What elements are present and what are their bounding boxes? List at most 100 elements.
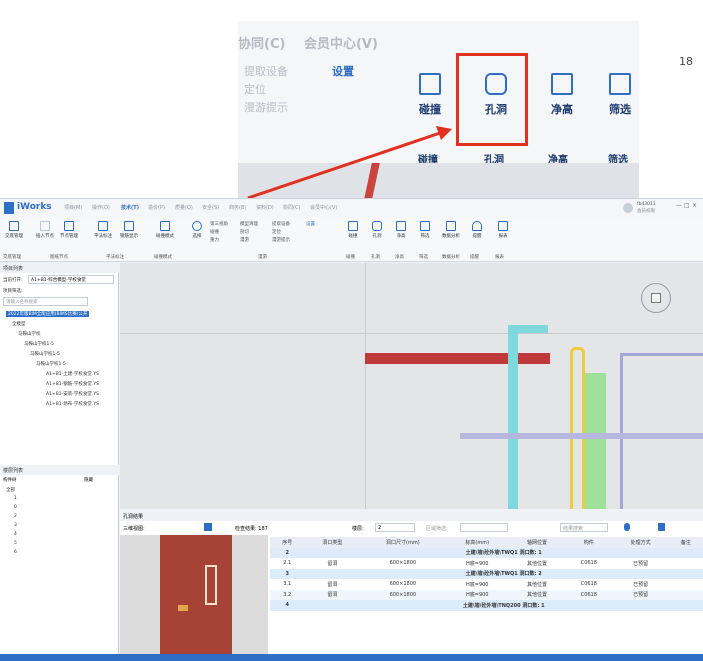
menu-business[interactable]: 商务(B) bbox=[229, 204, 246, 211]
zoom-menu-collab[interactable]: 协同(C) bbox=[238, 37, 285, 52]
col-header[interactable]: 构件 bbox=[564, 537, 613, 548]
layer-item[interactable]: 5 bbox=[14, 541, 17, 546]
layer-item[interactable]: 6 bbox=[14, 550, 17, 555]
layer-item[interactable]: 3 bbox=[14, 523, 17, 528]
zoom-menu-member[interactable]: 会员中心(V) bbox=[304, 37, 378, 52]
ribbon-insert-node-button[interactable]: 插入节点 bbox=[34, 221, 56, 239]
zoom-collision-button[interactable]: 碰撞 bbox=[408, 73, 452, 117]
menu-safety[interactable]: 安全(S) bbox=[202, 204, 219, 211]
ribbon-select-button[interactable]: 选择 bbox=[186, 221, 208, 239]
ribbon-extract-device[interactable]: 提取设备 bbox=[272, 221, 290, 227]
table-cell: 3.1 bbox=[283, 581, 292, 588]
locate-icon[interactable] bbox=[624, 523, 630, 531]
table-row[interactable]: 4 土建\墙\砼外墙\TNQ200 洞口数: 1 bbox=[270, 600, 703, 611]
maximize-button[interactable]: □ bbox=[684, 202, 690, 209]
zoom-locate[interactable]: 定位 bbox=[244, 81, 266, 97]
menu-member[interactable]: 会员中心(V) bbox=[310, 204, 337, 211]
tree-item[interactable]: 马鞍山学校 bbox=[18, 331, 41, 337]
hide-button[interactable]: 隐藏 bbox=[84, 477, 93, 483]
table-row[interactable]: 2.1 留洞 600×1800 H底=900 其他位置 C0618 已预留 bbox=[270, 558, 703, 569]
ribbon-clearance-button[interactable]: 净高 bbox=[390, 221, 412, 239]
view-mode-icon[interactable] bbox=[204, 523, 212, 531]
filter-icon[interactable] bbox=[658, 523, 665, 531]
zoom-clearance-button[interactable]: 净高 bbox=[540, 73, 584, 117]
project-search-input[interactable]: 请输入名称搜索 bbox=[3, 297, 88, 306]
hole-result-panel: 孔洞结果 三维视图: 检查结果: 187 楼层: 2 区域筛选: 结果搜索 序号… bbox=[120, 511, 703, 654]
tree-item[interactable]: A1+B1-安装-学校食堂.YS bbox=[46, 391, 99, 397]
table-cell: C0618 bbox=[580, 581, 597, 588]
ribbon-collision-mode-button[interactable]: 碰撞模式 bbox=[154, 221, 176, 239]
table-row[interactable]: 2 土建\墙\砼外墙\TWQ1 洞口数: 1 bbox=[270, 547, 703, 558]
ribbon-filter-button[interactable]: 筛选 bbox=[414, 221, 436, 239]
avatar[interactable] bbox=[623, 203, 633, 213]
zoom-extract-device[interactable]: 提取设备 bbox=[244, 63, 288, 79]
view-cube-icon[interactable] bbox=[641, 283, 671, 313]
ribbon-locate[interactable]: 定位 bbox=[272, 229, 281, 235]
ribbon-plane-annotate-button[interactable]: 平法标注 bbox=[92, 221, 114, 239]
ribbon-report-button[interactable]: 报表 bbox=[492, 221, 514, 239]
layer-item[interactable]: 2 bbox=[14, 514, 17, 519]
ribbon-rebar-show-button[interactable]: 钢筋显示 bbox=[118, 221, 140, 239]
ribbon-roam[interactable]: 漫游 bbox=[240, 237, 249, 243]
filter-icon bbox=[609, 73, 631, 95]
close-button[interactable]: × bbox=[692, 202, 697, 209]
result-search-input[interactable]: 结果搜索 bbox=[560, 523, 608, 532]
col-header[interactable]: 轴网位置 bbox=[509, 537, 565, 548]
ribbon-roam-tip[interactable]: 漫游提示 bbox=[272, 237, 290, 243]
ribbon-remind-button[interactable]: 提醒 bbox=[466, 221, 488, 239]
ribbon-settings[interactable]: 设置 bbox=[306, 221, 315, 227]
col-header[interactable]: 序号 bbox=[270, 537, 305, 548]
tree-item[interactable]: 马鞍山学校1-5 bbox=[30, 351, 60, 357]
zoom-roam-tip[interactable]: 漫游提示 bbox=[244, 99, 288, 115]
ribbon-analysis-button[interactable]: 数据分析 bbox=[440, 221, 462, 239]
menu-cost[interactable]: 造价(P) bbox=[148, 204, 165, 211]
ribbon-collide-toggle[interactable]: 碰撞 bbox=[210, 229, 219, 235]
menu-tech[interactable]: 技术(T) bbox=[121, 204, 139, 211]
ribbon-model-clean[interactable]: 模型清理 bbox=[240, 221, 258, 227]
layer-item[interactable]: 全部 bbox=[6, 487, 15, 493]
layer-item[interactable]: 4 bbox=[14, 532, 17, 537]
col-header[interactable]: 洞口尺寸(mm) bbox=[360, 537, 446, 548]
zoom-settings[interactable]: 设置 bbox=[332, 63, 354, 79]
ribbon-third-view[interactable]: 第三视角 bbox=[210, 221, 228, 227]
menu-quality[interactable]: 质量(Q) bbox=[175, 204, 193, 211]
table-row[interactable]: 3.1 留洞 600×1800 H底=900 其他位置 C0618 已预留 bbox=[270, 579, 703, 590]
menu-operate[interactable]: 操作(O) bbox=[92, 204, 110, 211]
col-header[interactable]: 处理方式 bbox=[612, 537, 669, 548]
wall-model bbox=[160, 535, 232, 654]
col-header[interactable]: 备注 bbox=[668, 537, 703, 548]
ribbon-hole-button[interactable]: 孔洞 bbox=[366, 221, 388, 239]
tree-item[interactable]: A1+B1-钢筋-学校食堂.YS bbox=[46, 381, 99, 387]
zoom-filter-button[interactable]: 筛选 bbox=[598, 73, 639, 117]
col-header[interactable]: 洞口类型 bbox=[304, 537, 361, 548]
tree-item[interactable]: 全模型 bbox=[12, 321, 26, 327]
area-filter-select[interactable] bbox=[460, 523, 508, 532]
tree-item[interactable]: 马鞍山学校1-5 bbox=[24, 341, 54, 347]
ribbon-node-manage-button[interactable]: 节点管理 bbox=[58, 221, 80, 239]
tree-item[interactable]: A1+B1-场布-学校食堂.YS bbox=[46, 401, 99, 407]
menu-project[interactable]: 项目(M) bbox=[64, 204, 82, 211]
ribbon-section[interactable]: 剖切 bbox=[240, 229, 249, 235]
layer-item[interactable]: 0 bbox=[14, 505, 17, 510]
ribbon-gravity-toggle[interactable]: 重力 bbox=[210, 237, 219, 243]
thumbnail-3d-view[interactable] bbox=[120, 535, 268, 654]
table-cell bbox=[669, 558, 703, 569]
tree-item[interactable]: 2022年版BIM全能应用(BIMS比赛)公开 bbox=[6, 311, 90, 317]
layer-item[interactable]: 1 bbox=[14, 496, 17, 501]
user-level: 会员权限 bbox=[637, 209, 655, 214]
tree-item[interactable]: 马鞍山学校1-5 bbox=[36, 361, 66, 367]
floor-select[interactable]: 2 bbox=[375, 523, 415, 532]
3d-viewport[interactable] bbox=[120, 263, 703, 509]
ribbon-collision-button[interactable]: 碰撞 bbox=[342, 221, 364, 239]
table-row[interactable]: 3.2 留洞 600×1800 H底=900 其他位置 C0618 已预留 bbox=[270, 589, 703, 600]
tree-item[interactable]: A1+B1-土建-学校食堂.YS bbox=[46, 371, 99, 377]
menu-docs[interactable]: 资料(D) bbox=[256, 204, 274, 211]
table-row[interactable]: 3 土建\墙\砼外墙\TWQ1 洞口数: 2 bbox=[270, 568, 703, 579]
ribbon-disclosure-button[interactable]: 交底管理 bbox=[3, 221, 25, 239]
minimize-button[interactable]: — bbox=[676, 202, 682, 209]
current-project-select[interactable]: A1+B1-综合模型-学校食堂 bbox=[28, 275, 114, 284]
clearance-icon bbox=[551, 73, 573, 95]
col-header[interactable]: 标高(mm) bbox=[445, 537, 510, 548]
menu-collab[interactable]: 协同(C) bbox=[283, 204, 300, 211]
duct-model bbox=[570, 347, 585, 509]
